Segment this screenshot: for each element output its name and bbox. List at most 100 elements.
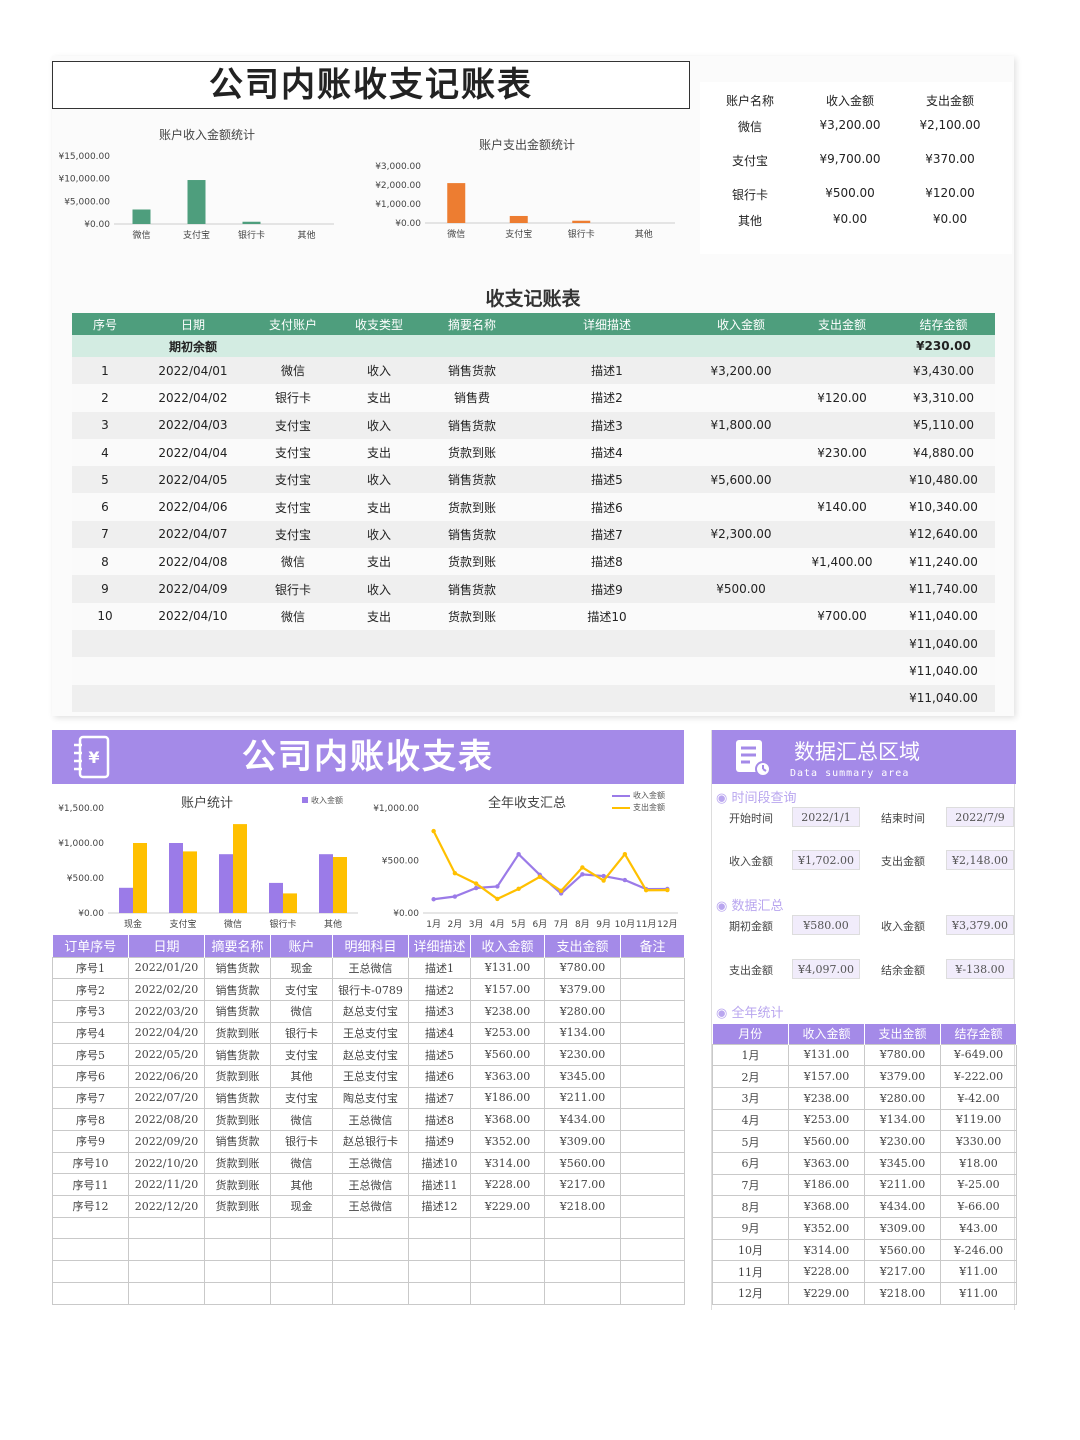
table-cell[interactable]: ¥330.00 — [940, 1130, 1017, 1153]
table-cell[interactable] — [420, 684, 524, 712]
table-cell[interactable]: 微信 — [248, 357, 338, 385]
ledger-row[interactable]: 8 2022/04/08 微信 支出 货款到账 描述8 ¥1,400.00 ¥11,240.0… — [72, 548, 995, 576]
table-cell[interactable] — [138, 684, 248, 712]
ledger-row[interactable]: ¥11,040.00 — [72, 657, 995, 685]
table-cell[interactable] — [72, 684, 138, 712]
table-cell[interactable]: 1 — [72, 357, 138, 385]
ledger-row[interactable]: 4 2022/04/04 支付宝 支出 货款到账 描述4 ¥230.00 ¥4,880.00 — [72, 438, 995, 467]
bar[interactable] — [283, 893, 297, 913]
table-cell[interactable] — [690, 438, 792, 467]
data-point[interactable] — [495, 896, 500, 902]
table-cell[interactable]: 微信 — [270, 999, 333, 1023]
year-line-chart[interactable]: ¥1,000.00 ¥500.00 ¥0.00 1月 2月 3月 4月 5月 6月 7月 8月 9月 1… — [367, 800, 684, 935]
table-cell[interactable] — [792, 629, 892, 658]
table-cell[interactable]: ¥229.00 — [788, 1282, 865, 1305]
table-cell[interactable]: 收入 — [338, 520, 420, 549]
table-cell[interactable]: 货款到账 — [420, 493, 524, 521]
bar[interactable] — [269, 882, 283, 913]
table-cell[interactable]: ¥-649.00 — [940, 1043, 1017, 1067]
table-cell[interactable]: ¥11.00 — [940, 1282, 1017, 1305]
table-cell[interactable]: ¥5,110.00 — [892, 411, 995, 439]
table-cell[interactable]: 描述5 — [408, 1043, 471, 1066]
table-cell[interactable]: 描述10 — [408, 1151, 471, 1175]
table-cell[interactable] — [524, 657, 690, 685]
bar[interactable] — [219, 854, 233, 913]
table-cell[interactable]: ¥131.00 — [788, 1043, 865, 1067]
data-point[interactable] — [622, 852, 628, 857]
monthly-col-header[interactable]: 结存金额 — [940, 1024, 1017, 1044]
order-row[interactable]: 序号10 2022/10/20 货款到账 微信 王总微信 描述10 ¥314.00 ¥560.… — [52, 1151, 685, 1175]
table-cell[interactable]: ¥217.00 — [544, 1173, 621, 1197]
table-cell[interactable]: 序号11 — [52, 1173, 129, 1197]
table-cell[interactable]: 销售货款 — [204, 999, 271, 1023]
table-cell[interactable]: 销售货款 — [420, 520, 524, 549]
table-cell[interactable] — [792, 684, 892, 712]
order-col-header[interactable]: 支出金额 — [544, 935, 621, 957]
table-cell[interactable]: ¥10,480.00 — [892, 466, 995, 494]
table-cell[interactable]: 王总微信 — [332, 1195, 409, 1218]
table-cell[interactable] — [52, 1281, 129, 1305]
data-point[interactable] — [452, 871, 458, 876]
table-cell[interactable]: 支出 — [338, 493, 420, 521]
ledger-row[interactable]: 3 2022/04/03 支付宝 收入 销售货款 描述3 ¥1,800.00 ¥5,110.0… — [72, 411, 995, 439]
table-cell[interactable] — [690, 629, 792, 658]
table-cell[interactable]: ¥11,740.00 — [892, 575, 995, 603]
table-cell[interactable] — [620, 1281, 685, 1305]
table-cell[interactable]: 描述8 — [408, 1108, 471, 1131]
table-cell[interactable] — [620, 1064, 685, 1088]
table-cell[interactable]: 2022/09/20 — [128, 1130, 205, 1153]
month-row[interactable]: 1月 ¥131.00 ¥780.00 ¥-649.00 — [712, 1043, 1017, 1067]
ledger-col-header[interactable]: 收入金额 — [690, 313, 792, 335]
table-cell[interactable]: 2022/10/20 — [128, 1151, 205, 1175]
table-cell[interactable]: 序号6 — [52, 1064, 129, 1088]
table-cell[interactable] — [620, 1173, 685, 1197]
table-cell[interactable]: 2022/05/20 — [128, 1043, 205, 1066]
table-cell[interactable]: ¥368.00 — [470, 1108, 545, 1131]
table-cell[interactable]: 序号12 — [52, 1195, 129, 1218]
bar[interactable] — [233, 824, 247, 913]
table-cell[interactable]: 货款到账 — [420, 602, 524, 630]
table-cell[interactable]: ¥363.00 — [788, 1151, 865, 1175]
table-cell[interactable] — [690, 493, 792, 521]
table-cell[interactable]: ¥18.00 — [940, 1151, 1017, 1175]
month-row[interactable]: 6月 ¥363.00 ¥345.00 ¥18.00 — [712, 1151, 1017, 1175]
table-cell[interactable]: 销售货款 — [204, 1086, 271, 1110]
table-cell[interactable]: 2022/04/09 — [138, 575, 248, 603]
data-point[interactable] — [431, 897, 436, 902]
table-cell[interactable] — [620, 1086, 685, 1110]
table-cell[interactable]: 7 — [72, 520, 138, 549]
table-cell[interactable]: ¥3,310.00 — [892, 384, 995, 412]
table-cell[interactable]: 2022/04/06 — [138, 493, 248, 521]
table-cell[interactable]: ¥186.00 — [470, 1086, 545, 1110]
table-cell[interactable]: 描述1 — [408, 956, 471, 980]
table-cell[interactable]: ¥157.00 — [788, 1065, 865, 1088]
table-cell[interactable]: ¥560.00 — [788, 1130, 865, 1153]
table-cell[interactable]: 王总支付宝 — [332, 1064, 409, 1088]
table-cell[interactable]: 序号10 — [52, 1151, 129, 1175]
order-row[interactable] — [52, 1260, 685, 1283]
table-cell[interactable]: 支付宝 — [248, 438, 338, 467]
table-cell[interactable] — [408, 1216, 471, 1240]
table-cell[interactable]: 序号4 — [52, 1021, 129, 1045]
month-row[interactable]: 4月 ¥253.00 ¥134.00 ¥119.00 — [712, 1108, 1017, 1132]
table-cell[interactable]: 2022/11/20 — [128, 1173, 205, 1197]
table-cell[interactable]: 货款到账 — [420, 438, 524, 467]
table-cell[interactable] — [792, 575, 892, 603]
order-col-header[interactable]: 订单序号 — [52, 935, 129, 957]
table-cell[interactable]: 其他 — [270, 1064, 333, 1088]
table-cell[interactable]: 支付宝 — [270, 978, 333, 1001]
table-cell[interactable] — [138, 629, 248, 658]
table-cell[interactable] — [338, 684, 420, 712]
data-point[interactable] — [537, 874, 543, 879]
table-cell[interactable] — [690, 684, 792, 712]
ledger-row[interactable]: 5 2022/04/05 支付宝 收入 销售货款 描述5 ¥5,600.00 ¥10,480.… — [72, 466, 995, 494]
table-cell[interactable] — [470, 1216, 545, 1240]
table-cell[interactable] — [792, 520, 892, 549]
table-cell[interactable]: 银行卡 — [248, 384, 338, 412]
table-cell[interactable]: 销售货款 — [420, 575, 524, 603]
table-cell[interactable] — [248, 629, 338, 658]
table-cell[interactable] — [408, 1281, 471, 1305]
bar[interactable] — [242, 221, 261, 224]
table-cell[interactable]: ¥119.00 — [940, 1108, 1017, 1132]
table-cell[interactable] — [690, 384, 792, 412]
